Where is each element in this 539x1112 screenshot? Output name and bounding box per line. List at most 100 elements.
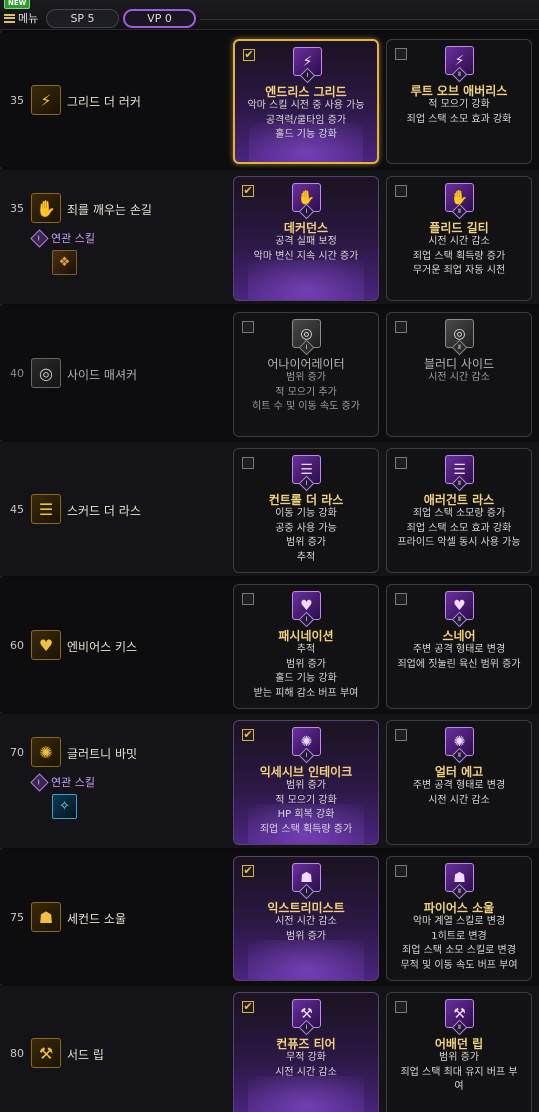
option-checkbox[interactable] bbox=[395, 729, 407, 741]
skill-name: 그리드 더 러커 bbox=[67, 95, 141, 109]
skill-row: 60 ♥ 엔비어스 키스 ♥ Ⅰ 패시네이션 추적 범위 증가 홀드 기능 강화 받는 피해 감소… bbox=[0, 578, 539, 712]
option-line: 홀드 기능 강화 bbox=[275, 673, 337, 684]
skill-level: 60 bbox=[10, 639, 24, 652]
option-title: 스네어 bbox=[442, 629, 476, 643]
option-line: 적 모으기 추가 bbox=[275, 386, 337, 398]
option-line: 악마 계열 스킬로 변경 bbox=[412, 916, 506, 927]
related-skill-icon[interactable]: ✧ bbox=[52, 794, 77, 819]
option-numeral: Ⅱ bbox=[458, 616, 461, 623]
option-checkbox[interactable]: ✔ bbox=[242, 185, 254, 197]
option-line: 공격력/쿨타임 증가 bbox=[265, 114, 347, 126]
option-line: 범위 증가 bbox=[286, 780, 326, 791]
greed-lurker-icon[interactable]: ⚡ bbox=[31, 85, 61, 115]
envious-kiss-icon[interactable]: ♥ bbox=[31, 630, 61, 660]
sp-counter: SP 5 bbox=[46, 9, 119, 28]
option-card[interactable]: ☰ Ⅰ 컨트롤 더 라스 이동 기능 강화 공중 사용 가능 범위 증가 추적 bbox=[233, 448, 379, 573]
skill-level: 75 bbox=[10, 911, 24, 924]
option-description: 범위 증가 죄업 스택 최대 유지 버프 부여 bbox=[389, 1051, 529, 1095]
option-card[interactable]: ✔ ⚒ Ⅰ 컨퓨즈 티어 무적 강화 시전 시간 감소 bbox=[233, 992, 379, 1112]
option-line: 죄업 스택 획득량 증가 bbox=[259, 823, 353, 835]
option-line: 프라이드 악셀 동시 사용 가능 bbox=[397, 537, 521, 548]
third-rip-icon[interactable]: ⚒ bbox=[31, 1038, 61, 1068]
option-checkbox[interactable]: ✔ bbox=[243, 49, 255, 61]
option-line: HP 회복 강화 bbox=[277, 809, 335, 820]
option-title: 얼터 에고 bbox=[434, 765, 484, 779]
option-checkbox[interactable] bbox=[395, 593, 407, 605]
option-checkbox[interactable] bbox=[242, 321, 254, 333]
option-title: 컨퓨즈 티어 bbox=[276, 1037, 336, 1051]
option-line: 시전 시간 감소 bbox=[428, 236, 490, 247]
option-line: 히트 수 및 이동 속도 증가 bbox=[252, 401, 360, 412]
option-numeral: Ⅰ bbox=[305, 752, 308, 759]
option-card[interactable]: ✋ Ⅱ 플리드 길티 시전 시간 감소 죄업 스택 획득량 증가 무거운 죄업 자동 시전 bbox=[386, 176, 532, 301]
option-card[interactable]: ♥ Ⅱ 스네어 주변 공격 형태로 변경 죄업에 짓눌린 육신 범위 증가 bbox=[386, 584, 532, 709]
option-checkbox[interactable] bbox=[395, 865, 407, 877]
sin-hand-icon[interactable]: ✋ bbox=[31, 193, 61, 223]
option-card[interactable]: ✔ ✋ Ⅰ 데커던스 공격 실패 보정 악마 변신 지속 시간 증가 bbox=[233, 176, 379, 301]
related-badge-icon: Ⅰ bbox=[30, 772, 49, 792]
second-soul-icon[interactable]: ☗ bbox=[31, 902, 61, 932]
option-line: 시전 시간 감소 bbox=[428, 794, 490, 806]
option-checkbox[interactable] bbox=[242, 593, 254, 605]
option-checkbox[interactable] bbox=[242, 457, 254, 469]
option-line: 1히트로 변경 bbox=[431, 930, 487, 942]
option-checkbox[interactable] bbox=[395, 48, 407, 60]
option-title: 파이어스 소울 bbox=[423, 901, 495, 915]
option-card[interactable]: ◎ Ⅰ 어나이어레이터 범위 증가 적 모으기 추가 히트 수 및 이동 속도 증가 bbox=[233, 312, 379, 437]
option-title: 컨트롤 더 라스 bbox=[268, 493, 344, 507]
skill-name: 사이드 매셔커 bbox=[67, 368, 138, 382]
related-skill-label: Ⅰ 연관 스킬 bbox=[30, 228, 95, 248]
option-title: 어배던 립 bbox=[434, 1037, 484, 1051]
option-checkbox[interactable] bbox=[395, 321, 407, 333]
option-description: 무적 강화시전 시간 감소 bbox=[236, 1051, 376, 1080]
option-card[interactable]: ◎ Ⅱ 블러디 사이드 시전 시간 감소 bbox=[386, 312, 532, 437]
option-card[interactable]: ⚒ Ⅱ 어배던 립 범위 증가 죄업 스택 최대 유지 버프 부여 bbox=[386, 992, 532, 1112]
option-card[interactable]: ♥ Ⅰ 패시네이션 추적 범위 증가 홀드 기능 강화 받는 피해 감소 버프 부여 bbox=[233, 584, 379, 709]
option-description: 추적 범위 증가 홀드 기능 강화 받는 피해 감소 버프 부여 bbox=[236, 643, 376, 701]
option-line: 적 모으기 강화 bbox=[275, 794, 337, 806]
option-line: 악마 스킬 시전 중 사용 가능 bbox=[247, 100, 365, 111]
skill-name: 엔비어스 키스 bbox=[67, 640, 138, 654]
side-massacre-icon[interactable]: ◎ bbox=[31, 358, 61, 388]
option-description: 시전 시간 감소 범위 증가 bbox=[236, 915, 376, 944]
option-card[interactable]: ☗ Ⅱ 파이어스 소울 악마 계열 스킬로 변경 1히트로 변경 죄업 스택 소모 스킬로… bbox=[386, 856, 532, 981]
skill-row: 45 ☰ 스커드 더 라스 ☰ Ⅰ 컨트롤 더 라스 이동 기능 강화 공중 사용 가능 범위 … bbox=[0, 442, 539, 576]
skill-name: 세컨드 소울 bbox=[67, 912, 127, 926]
option-checkbox[interactable] bbox=[395, 457, 407, 469]
option-checkbox[interactable]: ✔ bbox=[242, 729, 254, 741]
related-skill-icon[interactable]: ❖ bbox=[52, 250, 77, 275]
option-numeral: Ⅱ bbox=[458, 888, 461, 895]
option-line: 무적 강화 bbox=[286, 1052, 326, 1063]
gluttony-vomit-icon[interactable]: ✺ bbox=[31, 737, 61, 767]
option-checkbox[interactable]: ✔ bbox=[242, 865, 254, 877]
skill-name: 스커드 더 라스 bbox=[67, 504, 141, 518]
related-text: 연관 스킬 bbox=[51, 776, 95, 789]
option-checkbox[interactable] bbox=[395, 1001, 407, 1013]
skill-row: 75 ☗ 세컨드 소울 ✔ ☗ Ⅰ 익스트리미스트 시전 시간 감소 범위 증가 ☗ Ⅱ 파이어스 소… bbox=[0, 850, 539, 984]
option-card[interactable]: ✺ Ⅱ 얼터 에고 주변 공격 형태로 변경 시전 시간 감소 bbox=[386, 720, 532, 845]
skill-name: 죄를 깨우는 손길 bbox=[67, 203, 152, 217]
menu-button[interactable]: 메뉴 bbox=[4, 9, 38, 27]
option-card[interactable]: ☰ Ⅱ 애러건트 라스 죄업 스택 소모량 증가 죄업 스택 소모 효과 강화 프라이드 … bbox=[386, 448, 532, 573]
option-title: 데커던스 bbox=[283, 221, 329, 235]
option-description: 시전 시간 감소 bbox=[389, 371, 529, 386]
option-card[interactable]: ✔ ☗ Ⅰ 익스트리미스트 시전 시간 감소 범위 증가 bbox=[233, 856, 379, 981]
option-line: 시전 시간 감소 bbox=[275, 1066, 337, 1078]
option-checkbox[interactable]: ✔ bbox=[242, 1001, 254, 1013]
skill-row: 70 ✺ 글러트니 바밋 Ⅰ 연관 스킬 ✧ ✔ ✺ Ⅰ 익세시브 인테이크 범위 증가 적 모으기 … bbox=[0, 714, 539, 848]
option-card[interactable]: ✔ ✺ Ⅰ 익세시브 인테이크 범위 증가 적 모으기 강화 HP 회복 강화 죄업 스택 획… bbox=[233, 720, 379, 845]
option-description: 이동 기능 강화 공중 사용 가능 범위 증가 추적 bbox=[236, 507, 376, 565]
option-title: 익스트리미스트 bbox=[267, 901, 345, 915]
option-card[interactable]: ✔ ⚡ Ⅰ 엔드리스 그리드 악마 스킬 시전 중 사용 가능 공격력/쿨타임 증가 홀드 … bbox=[233, 39, 379, 164]
option-numeral: Ⅱ bbox=[458, 344, 461, 351]
option-line: 공중 사용 가능 bbox=[275, 522, 337, 534]
scud-wrath-icon[interactable]: ☰ bbox=[31, 494, 61, 524]
option-title: 블러디 사이드 bbox=[423, 357, 495, 371]
option-numeral: Ⅰ bbox=[305, 208, 308, 215]
option-checkbox[interactable] bbox=[395, 185, 407, 197]
related-text: 연관 스킬 bbox=[51, 232, 95, 245]
option-description: 범위 증가적 모으기 강화 HP 회복 강화죄업 스택 획득량 증가 bbox=[236, 779, 376, 837]
option-line: 죄업 스택 소모 효과 강화 bbox=[406, 522, 512, 534]
option-card[interactable]: ⚡ Ⅱ 루트 오브 애버리스 적 모으기 강화 죄업 스택 소모 효과 강화 bbox=[386, 39, 532, 164]
option-numeral: Ⅱ bbox=[458, 71, 461, 78]
